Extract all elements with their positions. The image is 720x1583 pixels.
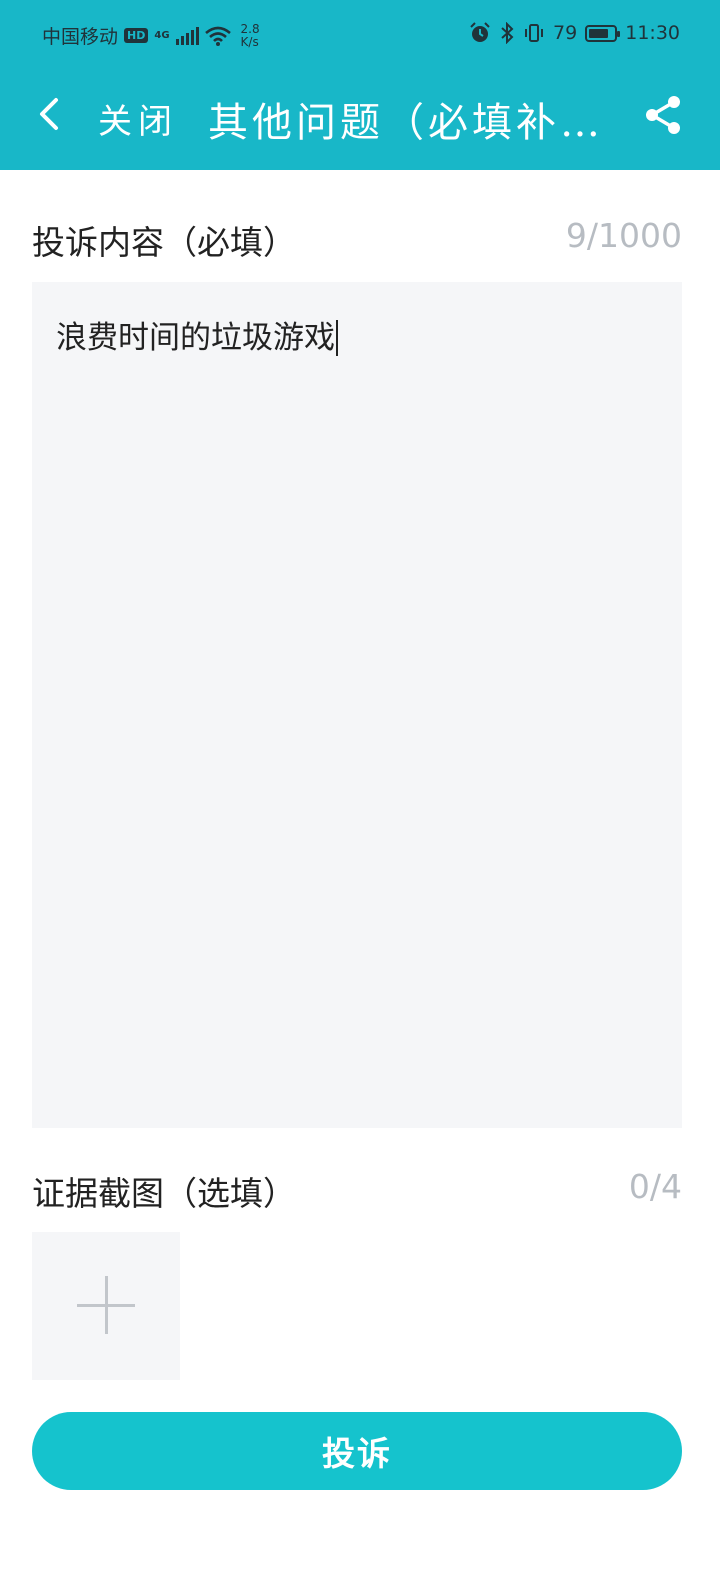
complaint-text: 浪费时间的垃圾游戏	[56, 320, 338, 356]
battery-level	[589, 28, 609, 38]
battery-icon	[585, 24, 621, 42]
carrier-name: 中国移动	[42, 26, 119, 48]
wifi-icon	[204, 26, 231, 46]
submit-complaint-button[interactable]: 投诉	[32, 1412, 682, 1490]
network-type: 4G	[154, 29, 170, 41]
status-left: 中国移动 HD 4G 2.8 K/s	[42, 22, 260, 49]
speed-value: 2.8	[240, 21, 260, 36]
vibrate-icon	[525, 24, 544, 42]
battery-percent: 79	[553, 22, 578, 44]
add-screenshot-button[interactable]	[32, 1232, 180, 1380]
bluetooth-icon	[501, 22, 514, 44]
complaint-counter: 9/1000	[565, 216, 682, 255]
evidence-label: 证据截图（选填）	[32, 1174, 296, 1213]
chevron-left-icon[interactable]	[30, 92, 70, 136]
signal-icon	[175, 26, 199, 45]
alarm-icon	[470, 22, 490, 42]
app-bar: 关闭 其他问题（必填补充说明）	[0, 72, 720, 170]
speed-unit: K/s	[240, 34, 259, 49]
complaint-textarea[interactable]: 浪费时间的垃圾游戏	[32, 282, 682, 1128]
page-title: 其他问题（必填补充说明）	[208, 100, 620, 146]
hd-badge: HD	[124, 28, 149, 43]
network-speed: 2.8 K/s	[240, 21, 260, 49]
status-bar: 中国移动 HD 4G 2.8 K/s 79 11:30	[0, 0, 720, 72]
status-right: 79 11:30	[469, 22, 680, 44]
close-button[interactable]: 关闭	[98, 94, 178, 143]
complaint-label: 投诉内容（必填）	[32, 223, 296, 262]
share-icon[interactable]	[642, 94, 684, 136]
clock: 11:30	[625, 22, 680, 44]
evidence-counter: 0/4	[628, 1167, 682, 1206]
